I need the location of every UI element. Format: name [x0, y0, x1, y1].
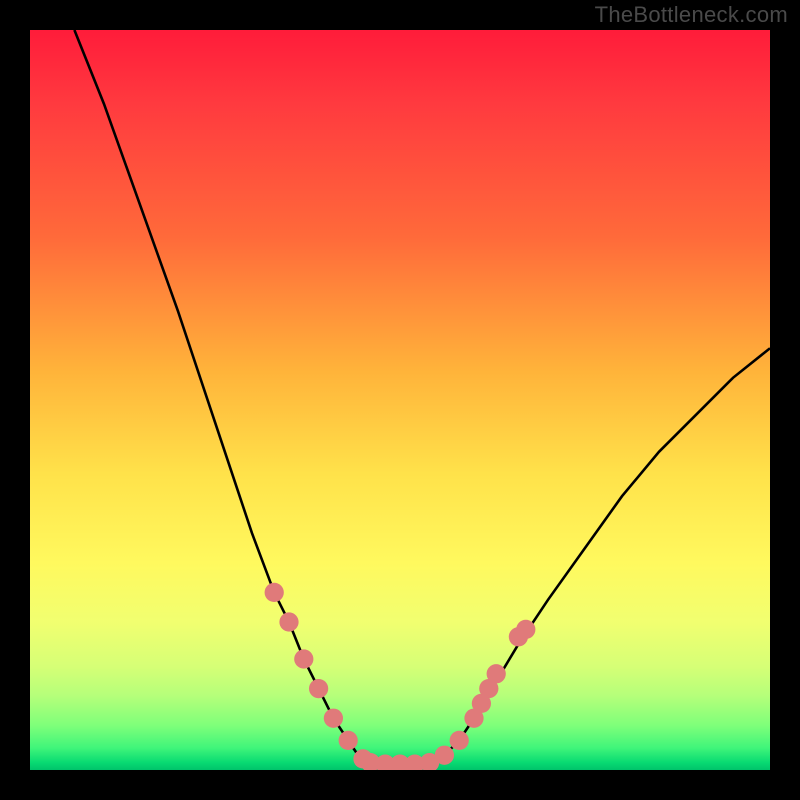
curve-marker	[265, 583, 284, 602]
plot-area	[30, 30, 770, 770]
curve-marker	[324, 709, 343, 728]
curve-marker	[435, 746, 454, 765]
curve-marker	[294, 649, 313, 668]
curve-marker	[487, 664, 506, 683]
chart-frame: TheBottleneck.com	[0, 0, 800, 800]
watermark-label: TheBottleneck.com	[595, 2, 788, 28]
curve-markers	[265, 583, 536, 770]
curve-svg	[30, 30, 770, 770]
curve-marker	[309, 679, 328, 698]
curve-marker	[450, 731, 469, 750]
curve-marker	[516, 620, 535, 639]
bottleneck-curve	[74, 30, 770, 764]
curve-marker	[339, 731, 358, 750]
curve-marker	[279, 612, 298, 631]
